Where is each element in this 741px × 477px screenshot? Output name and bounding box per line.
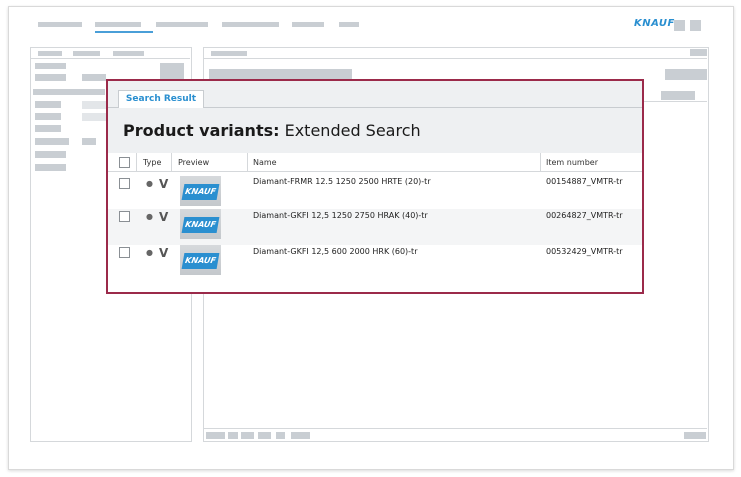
row-item-number: 00264827_VMTR-tr	[546, 211, 623, 220]
left-field-value-6[interactable]	[82, 138, 96, 145]
pager-button-2[interactable]	[228, 432, 238, 439]
column-header-item-number[interactable]: Item number	[546, 158, 598, 167]
product-preview-image[interactable]: KNAUF	[180, 209, 221, 239]
page-title: Product variants: Extended Search	[123, 121, 421, 140]
row-checkbox[interactable]	[119, 247, 130, 258]
pager-button-6[interactable]	[291, 432, 310, 439]
table-row[interactable]: ● V KNAUF Diamant-FRMR 12.5 1250 2500 HR…	[108, 173, 642, 209]
right-tab-1[interactable]	[211, 51, 247, 56]
column-header-name[interactable]: Name	[253, 158, 277, 167]
nav-item-5[interactable]	[292, 22, 324, 27]
right-panel-footer-line	[203, 428, 707, 429]
page-title-bold: Product variants:	[123, 121, 280, 140]
preview-logo: KNAUF	[181, 217, 220, 233]
window-button-1[interactable]	[674, 20, 685, 31]
pager-button-1[interactable]	[206, 432, 225, 439]
left-tab-1[interactable]	[38, 51, 62, 56]
left-field-value-2[interactable]	[82, 74, 106, 81]
knauf-logo: KNAUF	[634, 18, 675, 29]
column-separator	[136, 153, 137, 171]
bullet-icon: ●	[146, 179, 153, 188]
left-section-header	[33, 89, 105, 95]
left-field-label-2	[35, 74, 66, 81]
nav-active-indicator	[95, 31, 153, 33]
product-preview-image[interactable]: KNAUF	[180, 245, 221, 275]
preview-logo: KNAUF	[181, 184, 220, 200]
nav-item-6[interactable]	[339, 22, 359, 27]
row-name[interactable]: Diamant-GKFI 12,5 600 2000 HRK (60)-tr	[253, 247, 417, 256]
pager-button-4[interactable]	[258, 432, 271, 439]
right-panel-corner-button[interactable]	[690, 49, 707, 56]
status-indicator	[684, 432, 706, 439]
table-row[interactable]: ● V KNAUF Diamant-GKFI 12,5 1250 2750 HR…	[108, 209, 642, 245]
nav-item-1[interactable]	[38, 22, 82, 27]
left-field-label-5	[35, 125, 61, 132]
pager-button-5[interactable]	[276, 432, 285, 439]
row-type: V	[159, 177, 169, 191]
left-field-label-8	[35, 164, 66, 171]
column-separator	[171, 153, 172, 171]
column-header-preview[interactable]: Preview	[178, 158, 209, 167]
table-row[interactable]: ● V KNAUF Diamant-GKFI 12,5 600 2000 HRK…	[108, 245, 642, 281]
column-separator	[247, 153, 248, 171]
left-input-1[interactable]	[82, 101, 106, 109]
left-panel-tabline	[30, 58, 190, 59]
nav-item-4[interactable]	[222, 22, 279, 27]
window-button-2[interactable]	[690, 20, 701, 31]
row-item-number: 00532429_VMTR-tr	[546, 247, 623, 256]
nav-item-3[interactable]	[156, 22, 208, 27]
select-all-checkbox[interactable]	[119, 157, 130, 168]
row-type: V	[159, 246, 169, 260]
right-panel-action-button[interactable]	[665, 69, 707, 80]
right-panel-tabline	[203, 58, 707, 59]
left-field-label-6	[35, 138, 69, 145]
left-field-label-1	[35, 63, 66, 69]
preview-logo: KNAUF	[181, 253, 220, 269]
row-item-number: 00154887_VMTR-tr	[546, 177, 623, 186]
row-name[interactable]: Diamant-GKFI 12,5 1250 2750 HRAK (40)-tr	[253, 211, 428, 220]
bullet-icon: ●	[146, 212, 153, 221]
left-tab-2[interactable]	[73, 51, 100, 56]
left-field-label-4	[35, 113, 61, 120]
left-field-label-3	[35, 101, 61, 108]
nav-item-2-active[interactable]	[95, 22, 141, 27]
product-preview-image[interactable]: KNAUF	[180, 176, 221, 206]
right-panel-filter-button[interactable]	[661, 91, 695, 100]
left-input-2[interactable]	[82, 113, 106, 121]
left-field-label-7	[35, 151, 66, 158]
left-tab-3[interactable]	[113, 51, 144, 56]
pager-button-3[interactable]	[241, 432, 254, 439]
column-separator	[540, 153, 541, 171]
bullet-icon: ●	[146, 248, 153, 257]
search-result-popup: Search Result Product variants: Extended…	[106, 79, 644, 294]
row-checkbox[interactable]	[119, 211, 130, 222]
row-checkbox[interactable]	[119, 178, 130, 189]
row-name[interactable]: Diamant-FRMR 12.5 1250 2500 HRTE (20)-tr	[253, 177, 431, 186]
results-table-header: Type Preview Name Item number	[108, 153, 642, 172]
column-header-type[interactable]: Type	[143, 158, 161, 167]
row-type: V	[159, 210, 169, 224]
tab-search-result[interactable]: Search Result	[118, 90, 204, 108]
page-title-rest: Extended Search	[279, 121, 421, 140]
